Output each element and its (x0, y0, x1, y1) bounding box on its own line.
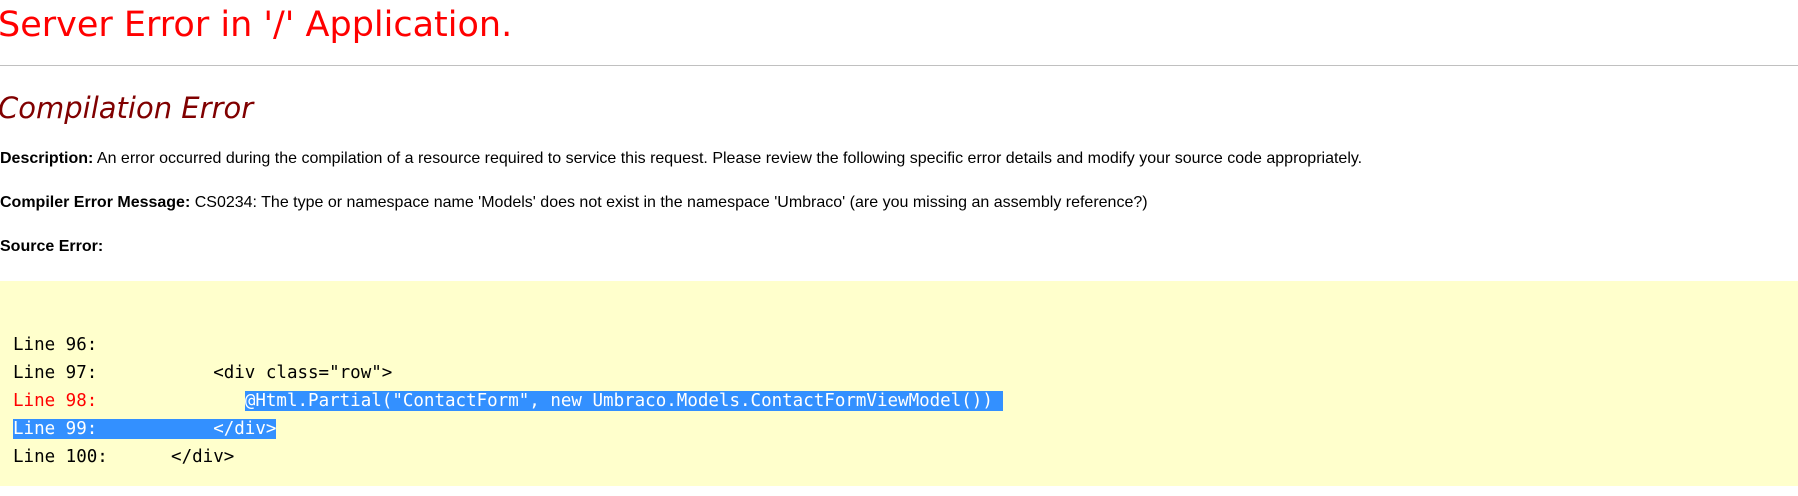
source-error-label: Source Error: (0, 238, 104, 255)
description-label: Description: (0, 150, 94, 167)
source-line: Line 96: (13, 331, 1003, 359)
source-line: Line 100: </div> (13, 443, 1003, 471)
line-code-selected: </div> (213, 419, 277, 439)
line-number: Line 96: (13, 335, 98, 355)
error-type-heading: Compilation Error (0, 91, 254, 125)
horizontal-rule (0, 65, 1798, 66)
page-title: Server Error in '/' Application. (0, 5, 513, 45)
line-code: <div class="row"> (213, 363, 393, 383)
source-line-error: Line 98: @Html.Partial("ContactForm", ne… (13, 387, 1004, 415)
line-number-error: Line 98: (13, 391, 98, 411)
source-code[interactable]: Line 96: Line 97: <div class="row"> Line 9… (13, 331, 1004, 471)
description-text: An error occurred during the compilation… (93, 150, 1363, 167)
compiler-error-text: CS0234: The type or namespace name 'Mode… (190, 194, 1148, 211)
line-code: </div> (171, 447, 235, 467)
source-line: Line 99: </div> (13, 415, 1003, 443)
compiler-error-paragraph: Compiler Error Message: CS0234: The type… (0, 193, 1148, 213)
line-number-selected: Line 99: (13, 419, 98, 439)
source-line: Line 97: <div class="row"> (13, 359, 1003, 387)
line-number: Line 100: (13, 447, 108, 467)
line-code-selected: @Html.Partial("ContactForm", new Umbraco… (244, 391, 993, 411)
line-number: Line 97: (13, 363, 98, 383)
description-paragraph: Description: An error occurred during th… (0, 149, 1362, 169)
compiler-error-label: Compiler Error Message: (0, 194, 191, 211)
